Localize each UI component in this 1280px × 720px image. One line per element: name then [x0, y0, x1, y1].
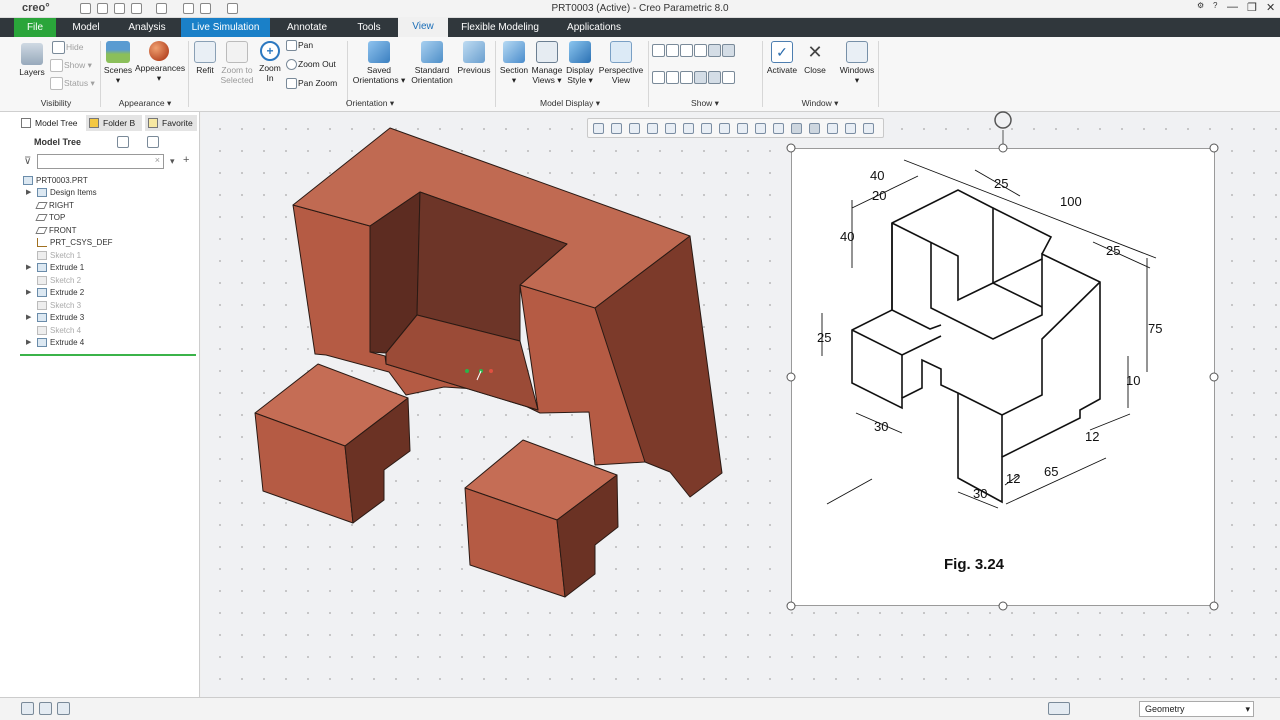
status-bar: Geometry ▾: [0, 697, 1280, 720]
display-style-icon[interactable]: [719, 123, 730, 134]
dim-12-bottom: 12: [1006, 471, 1020, 486]
dim-25-left: 25: [817, 330, 831, 345]
repaint-icon[interactable]: [647, 123, 658, 134]
dim-25-right: 25: [1106, 243, 1120, 258]
find-icon[interactable]: [1048, 702, 1070, 715]
isometric-drawing[interactable]: 40 20 25 100 40 25 75 25 10 30 12 30 12 …: [780, 108, 1230, 618]
dim-65: 65: [1044, 464, 1058, 479]
refit-icon[interactable]: [593, 123, 604, 134]
show-tree-icon[interactable]: [21, 702, 34, 715]
orient-icon[interactable]: [683, 123, 694, 134]
browser-icon[interactable]: [39, 702, 52, 715]
shading-icon[interactable]: [665, 123, 676, 134]
selection-filter-select[interactable]: Geometry ▾: [1139, 701, 1254, 717]
dim-40-left: 40: [840, 229, 854, 244]
datum-display-icon[interactable]: [755, 123, 766, 134]
dim-20: 20: [872, 188, 886, 203]
figure-caption: Fig. 3.24: [944, 556, 1005, 573]
zoom-in-icon[interactable]: [611, 123, 622, 134]
dim-75: 75: [1148, 321, 1162, 336]
views-icon[interactable]: [701, 123, 712, 134]
dim-30-bottom: 30: [973, 486, 987, 501]
dim-10: 10: [1126, 373, 1140, 388]
dim-30-left: 30: [874, 419, 888, 434]
dim-12-right: 12: [1085, 429, 1099, 444]
zoom-out-icon[interactable]: [629, 123, 640, 134]
dim-40-top: 40: [870, 168, 884, 183]
dim-100: 100: [1060, 194, 1082, 209]
perspective-icon[interactable]: [737, 123, 748, 134]
rotate-handle-icon[interactable]: [994, 111, 1012, 129]
full-screen-icon[interactable]: [57, 702, 70, 715]
dim-25-top: 25: [994, 176, 1008, 191]
